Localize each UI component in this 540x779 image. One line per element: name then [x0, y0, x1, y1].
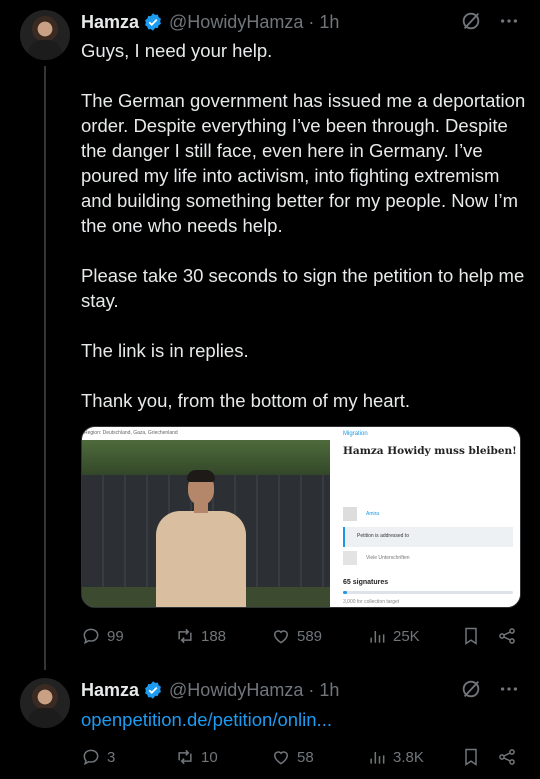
- photo-caption: Region: Deutschland, Gaza, Griechenland: [82, 427, 330, 440]
- tweet-paragraph: The link is in replies.: [81, 340, 249, 361]
- tweet-paragraph: Guys, I need your help.: [81, 40, 273, 61]
- bookmark-icon: [465, 748, 477, 766]
- author-handle[interactable]: @HowidyHamza: [169, 680, 303, 701]
- tweet-time[interactable]: 1h: [319, 12, 339, 33]
- petition-details: Migration Hamza Howidy muss bleiben! Ami…: [332, 427, 520, 607]
- petition-author-avatar: [343, 507, 357, 521]
- bookmark-icon: [465, 627, 477, 645]
- supporters-icon: [343, 551, 357, 565]
- petition-link[interactable]: openpetition.de/petition/onlin...: [81, 709, 332, 731]
- views-count: 25K: [393, 627, 420, 645]
- petition-addressed-box: Petition is addressed to: [343, 527, 513, 547]
- repost-icon: [178, 628, 192, 644]
- separator-dot: ·: [308, 679, 315, 700]
- signature-progress-fill: [343, 591, 347, 594]
- header-icons: [460, 678, 520, 700]
- views-icon: [370, 752, 385, 764]
- views-button[interactable]: 3.8K: [367, 747, 424, 767]
- author-name[interactable]: Hamza: [81, 12, 139, 33]
- repost-count: 10: [201, 748, 218, 766]
- repost-button[interactable]: 10: [175, 747, 218, 767]
- tweet-main[interactable]: Hamza @HowidyHamza · 1h Guys, I need you…: [0, 0, 540, 670]
- link-preview-card[interactable]: Region: Deutschland, Gaza, Griechenland …: [81, 426, 521, 608]
- grok-icon[interactable]: [460, 678, 482, 700]
- more-icon[interactable]: [498, 678, 520, 700]
- verified-badge-icon: [145, 681, 161, 699]
- reply-icon: [83, 749, 99, 766]
- like-count: 589: [297, 627, 323, 645]
- avatar[interactable]: [20, 10, 70, 60]
- verified-badge-icon: [145, 13, 161, 31]
- bookmark-button[interactable]: [461, 626, 481, 646]
- share-icon: [499, 749, 515, 765]
- views-count: 3.8K: [393, 748, 424, 766]
- header-icons: [460, 10, 520, 32]
- reply-count: 3: [107, 748, 116, 766]
- tweet-time[interactable]: 1h: [319, 680, 339, 701]
- share-icon: [499, 628, 515, 644]
- like-button[interactable]: 589: [271, 626, 322, 646]
- tweet-text: Guys, I need your help. The German gover…: [81, 38, 526, 413]
- more-icon[interactable]: [498, 10, 520, 32]
- bookmark-button[interactable]: [461, 747, 481, 767]
- views-button[interactable]: 25K: [367, 626, 420, 646]
- reply-count: 99: [107, 627, 124, 645]
- action-bar: 99 188 589 25K: [81, 624, 521, 648]
- views-icon: [370, 631, 385, 643]
- reply-button[interactable]: 3: [81, 747, 115, 767]
- like-count: 58: [297, 748, 314, 766]
- signature-target: 3,000 for collection target: [343, 599, 400, 605]
- avatar[interactable]: [20, 678, 70, 728]
- card-photo: Region: Deutschland, Gaza, Griechenland: [82, 427, 330, 607]
- supporters-label: Viele Unterschriften: [366, 555, 410, 561]
- share-button[interactable]: [497, 626, 517, 646]
- share-button[interactable]: [497, 747, 517, 767]
- tweet-header: Hamza @HowidyHamza · 1h: [81, 678, 339, 702]
- petition-category: Migration: [343, 431, 368, 437]
- reply-button[interactable]: 99: [81, 626, 124, 646]
- petition-author: Amira: [366, 511, 380, 517]
- action-bar: 3 10 58 3.8K: [81, 745, 521, 769]
- petition-addressed-label: Petition is addressed to: [357, 533, 409, 539]
- tweet-paragraph: Thank you, from the bottom of my heart.: [81, 390, 411, 411]
- petition-title: Hamza Howidy muss bleiben!: [343, 445, 517, 457]
- photo-person-body: [156, 511, 246, 607]
- tweet-header: Hamza @HowidyHamza · 1h: [81, 10, 339, 34]
- like-icon: [273, 630, 289, 644]
- repost-button[interactable]: 188: [175, 626, 226, 646]
- grok-icon[interactable]: [460, 10, 482, 32]
- like-button[interactable]: 58: [271, 747, 314, 767]
- signature-progress: [343, 591, 513, 594]
- thread-line: [44, 66, 46, 670]
- repost-icon: [178, 749, 192, 765]
- separator-dot: ·: [308, 11, 315, 32]
- repost-count: 188: [201, 627, 227, 645]
- tweet-paragraph: Please take 30 seconds to sign the petit…: [81, 265, 525, 311]
- like-icon: [273, 751, 289, 765]
- tweet-paragraph: The German government has issued me a de…: [81, 90, 526, 236]
- signature-count: 65 signatures: [343, 579, 389, 586]
- author-name[interactable]: Hamza: [81, 680, 139, 701]
- reply-icon: [83, 628, 99, 645]
- photo-person-hair: [187, 470, 215, 482]
- author-handle[interactable]: @HowidyHamza: [169, 12, 303, 33]
